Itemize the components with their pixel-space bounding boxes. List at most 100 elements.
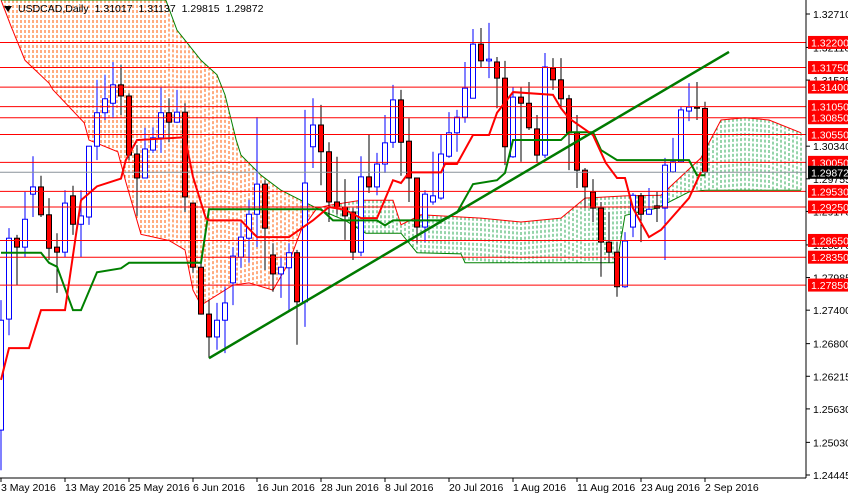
bear-candle[interactable] (494, 56, 500, 109)
bull-candle[interactable] (454, 109, 460, 152)
level-label: 1.30550 (811, 129, 848, 141)
bear-candle[interactable] (558, 58, 564, 108)
trendline[interactable] (208, 50, 730, 360)
bull-candle[interactable] (430, 151, 436, 205)
bull-candle[interactable] (278, 257, 284, 298)
x-tick-label: 3 May 2016 (1, 482, 56, 494)
bear-candle[interactable] (606, 212, 612, 263)
bear-candle[interactable] (54, 233, 60, 293)
bull-candle[interactable] (0, 300, 4, 471)
bear-candle[interactable] (366, 135, 372, 194)
x-tick-label: 1 Aug 2016 (513, 482, 566, 494)
bull-candle[interactable] (110, 61, 116, 119)
candle-body (46, 214, 52, 249)
candle-body (326, 151, 332, 203)
bear-candle[interactable] (406, 118, 412, 202)
bear-candle[interactable] (318, 104, 324, 186)
bull-candle[interactable] (142, 127, 148, 179)
level-label: 1.29530 (811, 186, 848, 198)
bear-candle[interactable] (518, 87, 524, 162)
candle-body (222, 302, 228, 321)
bull-candle[interactable] (470, 29, 476, 99)
bull-candle[interactable] (446, 112, 452, 158)
bull-candle[interactable] (646, 188, 652, 215)
bear-candle[interactable] (134, 145, 140, 216)
bull-candle[interactable] (254, 117, 260, 248)
bear-candle[interactable] (702, 101, 708, 176)
bear-candle[interactable] (550, 58, 556, 90)
bull-candle[interactable] (102, 74, 108, 120)
candle-body (206, 313, 212, 338)
bull-candle[interactable] (22, 191, 28, 258)
bull-candle[interactable] (30, 156, 36, 218)
bear-candle[interactable] (334, 156, 340, 215)
candle-body (126, 95, 132, 156)
bear-candle[interactable] (14, 234, 20, 286)
bear-candle[interactable] (182, 103, 188, 213)
bear-candle[interactable] (294, 249, 300, 345)
bull-candle[interactable] (542, 53, 548, 158)
bear-candle[interactable] (590, 179, 596, 223)
bull-candle[interactable] (302, 109, 308, 327)
bear-candle[interactable] (502, 60, 508, 166)
bull-candle[interactable] (62, 190, 68, 258)
candle-body (62, 202, 68, 253)
y-tick-label: 1.26215 (813, 371, 848, 383)
bear-candle[interactable] (38, 175, 44, 218)
bull-candle[interactable] (686, 83, 692, 122)
bull-candle[interactable] (462, 61, 468, 123)
bear-candle[interactable] (326, 142, 332, 223)
bear-candle[interactable] (526, 82, 532, 131)
bull-candle[interactable] (422, 190, 428, 243)
candle-body (470, 43, 476, 99)
bear-candle[interactable] (206, 300, 212, 359)
x-tick-label: 8 Jul 2016 (385, 482, 434, 494)
candle-body (462, 87, 468, 118)
bear-candle[interactable] (478, 27, 484, 67)
bull-candle[interactable] (670, 137, 676, 173)
bull-candle[interactable] (358, 156, 364, 257)
bear-candle[interactable] (398, 89, 404, 176)
candle-body (374, 163, 380, 188)
candle-body (86, 145, 92, 218)
bull-candle[interactable] (214, 302, 220, 350)
bull-candle[interactable] (486, 22, 492, 79)
bear-candle[interactable] (598, 201, 604, 277)
candle-body (534, 128, 540, 156)
bull-candle[interactable] (286, 243, 292, 311)
dropdown-triangle-icon[interactable] (4, 6, 12, 12)
x-tick-label: 20 Jul 2016 (449, 482, 503, 494)
level-label: 1.29250 (811, 202, 848, 214)
bull-candle[interactable] (238, 223, 244, 268)
bull-candle[interactable] (662, 157, 668, 260)
bear-candle[interactable] (582, 167, 588, 209)
candle-body (550, 67, 556, 81)
bear-candle[interactable] (198, 259, 204, 315)
candle-body (134, 153, 140, 179)
candle-body (590, 191, 596, 209)
bear-candle[interactable] (694, 82, 700, 120)
candle-body (622, 240, 628, 288)
bull-candle[interactable] (230, 247, 236, 306)
current-price-label: 1.29872 (811, 167, 848, 179)
bull-candle[interactable] (222, 286, 228, 354)
bull-candle[interactable] (382, 114, 388, 173)
bear-candle[interactable] (70, 185, 76, 235)
bull-candle[interactable] (158, 87, 164, 153)
bull-candle[interactable] (6, 228, 12, 336)
level-label: 1.28350 (811, 252, 848, 264)
candle-body (310, 124, 316, 148)
bull-candle[interactable] (310, 98, 316, 168)
bear-candle[interactable] (534, 114, 540, 163)
bull-candle[interactable] (678, 107, 684, 163)
bear-candle[interactable] (166, 98, 172, 143)
bull-candle[interactable] (390, 84, 396, 148)
bull-candle[interactable] (374, 152, 380, 196)
bull-candle[interactable] (94, 79, 100, 161)
price-chart[interactable]: 1.327101.321101.315251.303401.297551.291… (0, 0, 848, 495)
bear-candle[interactable] (262, 180, 268, 271)
bull-candle[interactable] (86, 145, 92, 225)
bear-candle[interactable] (270, 243, 276, 292)
open-value: 1.31017 (94, 3, 133, 15)
bear-candle[interactable] (118, 64, 124, 115)
